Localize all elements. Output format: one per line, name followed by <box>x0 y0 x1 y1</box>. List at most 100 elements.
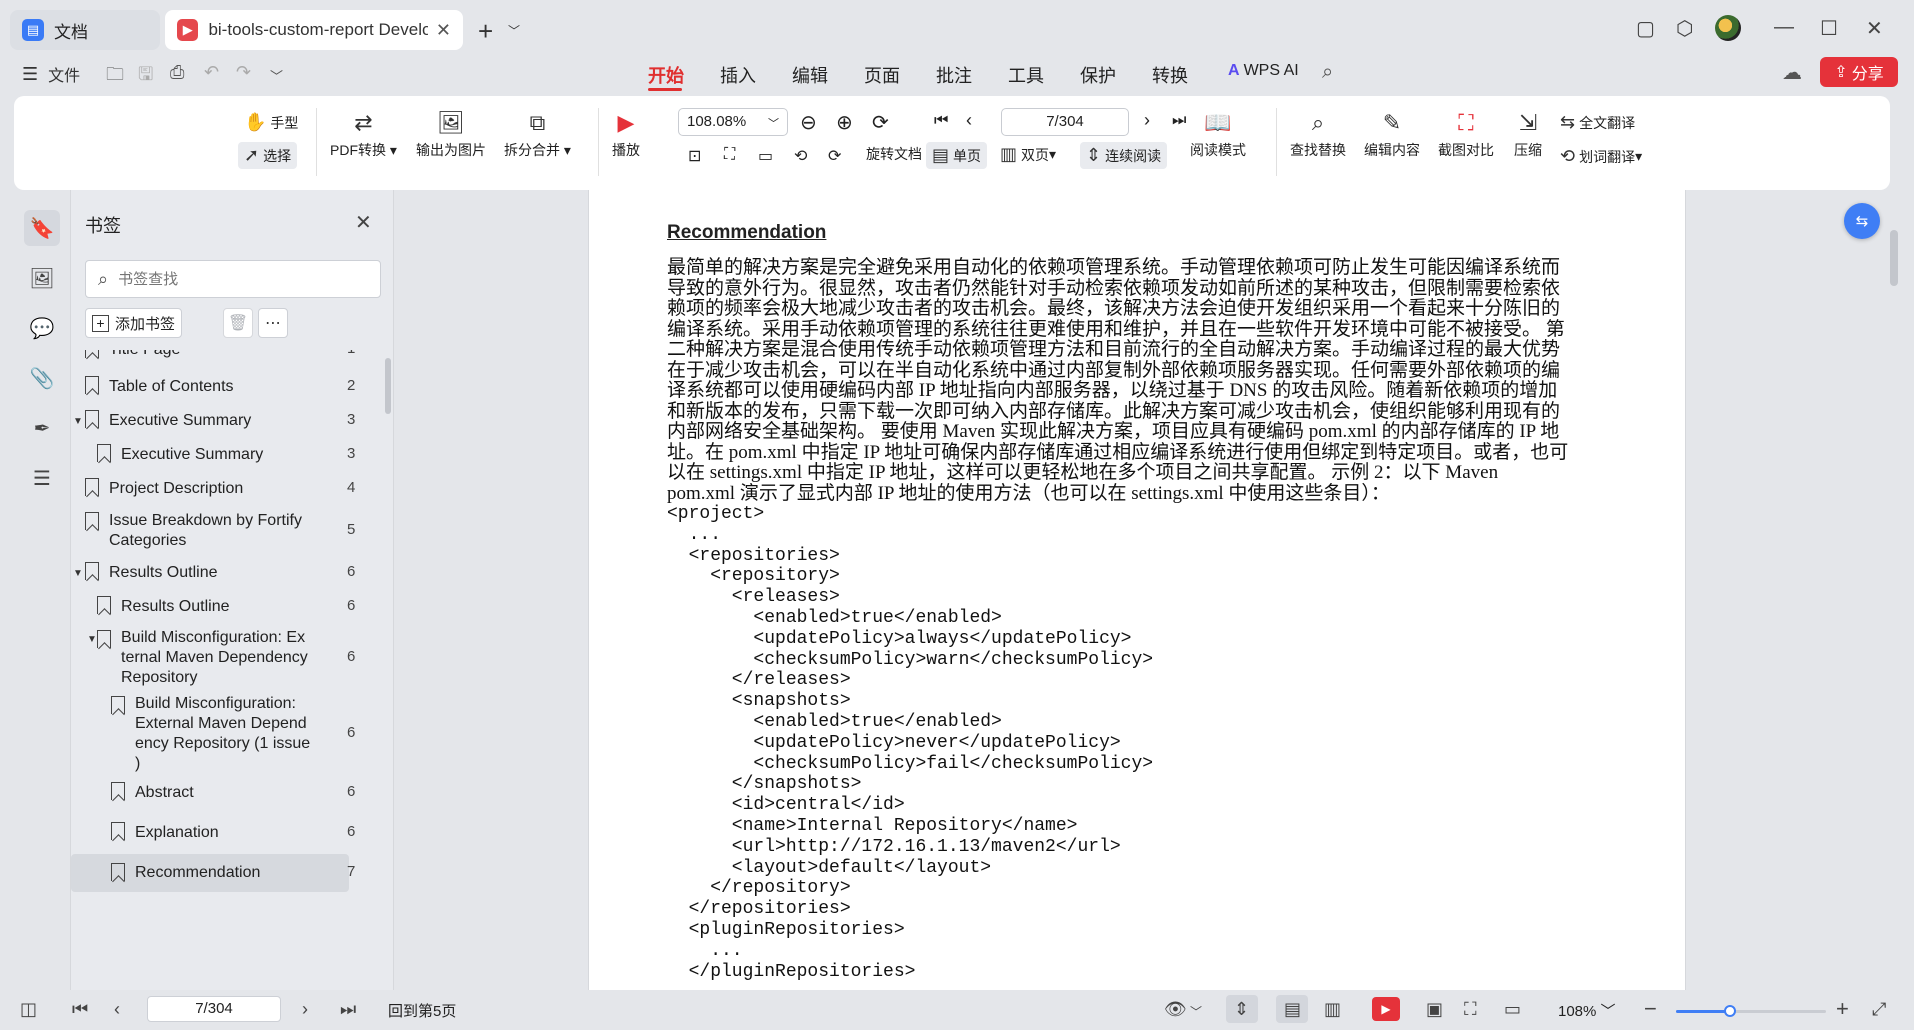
chevron-down-icon[interactable]: ﹀ <box>1190 1003 1202 1020</box>
edit-content-button[interactable]: ✎ 编辑内容 <box>1364 110 1420 160</box>
expand-arrow-icon[interactable]: ▼ <box>87 634 97 645</box>
tab-documents[interactable]: ▤ 文档 <box>10 10 160 50</box>
find-replace-button[interactable]: ⌕ 查找替换 <box>1290 110 1346 160</box>
undo-icon[interactable]: ↶ <box>204 62 219 83</box>
print-icon[interactable]: ⎙ <box>170 62 184 83</box>
bookmark-item[interactable]: ▼ Results Outline 6 <box>71 556 371 590</box>
first-page-icon[interactable]: ⏮ <box>934 112 948 130</box>
redo-icon[interactable]: ↷ <box>236 62 251 83</box>
continuous-read-icon[interactable]: ⇕ <box>1234 999 1249 1020</box>
translate-float-icon[interactable]: ⇆ <box>1844 203 1880 239</box>
continuous-read-button[interactable]: ⇕ 连续阅读 <box>1080 142 1168 169</box>
actual-size-icon[interactable]: ⊡ <box>688 146 701 166</box>
menu-page[interactable]: 页面 <box>864 62 900 88</box>
close-panel-icon[interactable]: ✕ <box>355 210 372 235</box>
rotate-left-icon[interactable]: ⟲ <box>794 146 807 166</box>
first-page-icon[interactable]: ⏮ <box>72 999 88 1020</box>
read-mode-button[interactable]: 📖 阅读模式 <box>1190 110 1246 160</box>
tablet-mode-icon[interactable]: ▢ <box>1636 16 1655 41</box>
read-mode-icon[interactable]: ▣ <box>1426 999 1443 1020</box>
bookmark-item[interactable]: Table of Contents 2 <box>71 370 371 404</box>
bookmark-item-selected[interactable]: Recommendation 7 <box>71 854 355 892</box>
tab-active-document[interactable]: ▶ bi-tools-custom-report Develop ✕ <box>165 10 463 50</box>
hand-tool-button[interactable]: ✋ 手型 <box>244 112 298 133</box>
word-translate-button[interactable]: ⟲ 划词翻译 ▾ <box>1560 146 1642 167</box>
maximize-icon[interactable]: ☐ <box>1820 16 1838 41</box>
open-folder-icon[interactable]: 🗀 <box>106 62 124 92</box>
zoom-out-icon[interactable]: − <box>1644 996 1657 1022</box>
fit-page-icon[interactable]: ⛶ <box>724 146 735 164</box>
bookmark-item[interactable]: Project Description 4 <box>71 472 371 506</box>
bookmark-search[interactable]: ⌕ <box>85 260 381 298</box>
attachment-icon[interactable]: 📎 <box>24 360 60 396</box>
page-number-input[interactable]: 7/304 <box>1001 108 1129 136</box>
menu-comment[interactable]: 批注 <box>936 62 972 88</box>
last-page-icon[interactable]: ⏭ <box>1172 112 1186 130</box>
single-page-icon[interactable]: ▤ <box>1284 999 1301 1020</box>
split-merge-button[interactable]: ⧉ 拆分合并 ▾ <box>504 110 571 160</box>
bookmark-item[interactable]: ▼ Executive Summary 3 <box>71 404 371 438</box>
zoom-select[interactable]: 108.08% ﹀ <box>678 108 788 136</box>
compress-button[interactable]: ⇲ 压缩 <box>1514 110 1542 160</box>
status-page-input[interactable]: 7/304 <box>147 996 281 1022</box>
prev-page-icon[interactable]: ‹ <box>966 110 972 131</box>
menu-edit[interactable]: 编辑 <box>792 62 828 88</box>
new-tab-icon[interactable]: + <box>478 16 493 47</box>
next-page-icon[interactable]: › <box>1144 110 1150 131</box>
avatar[interactable] <box>1715 15 1741 41</box>
share-button[interactable]: ⇪ 分享 <box>1820 57 1898 87</box>
full-translate-button[interactable]: ⇆ 全文翻译 <box>1560 112 1635 133</box>
search-icon[interactable]: ⌕ <box>1322 61 1333 84</box>
rotate-document-button[interactable]: 旋转文档 <box>866 144 922 164</box>
zoom-slider-handle[interactable] <box>1724 1005 1736 1017</box>
expand-arrow-icon[interactable]: ▼ <box>73 568 83 579</box>
prev-page-icon[interactable]: ‹ <box>114 999 120 1020</box>
menu-start[interactable]: 开始 <box>648 62 684 88</box>
zoom-slider[interactable] <box>1676 1005 1826 1017</box>
delete-bookmark-icon[interactable]: 🗑 <box>223 308 253 338</box>
menu-insert[interactable]: 插入 <box>720 62 756 88</box>
document-scrollbar[interactable] <box>1890 230 1898 286</box>
fit-width-icon[interactable]: ▭ <box>1504 999 1521 1020</box>
more-options-icon[interactable]: ⋯ <box>258 308 288 338</box>
zoom-in-icon[interactable]: ⊕ <box>836 110 853 135</box>
screenshot-compare-button[interactable]: ⛶ 截图对比 <box>1438 110 1494 160</box>
chevron-down-icon[interactable]: ﹀ <box>508 22 520 39</box>
save-icon[interactable]: 🖫 <box>138 62 153 92</box>
thumbnail-icon[interactable]: 🖼 <box>24 260 60 296</box>
next-page-icon[interactable]: › <box>302 999 308 1020</box>
rotate-right-icon[interactable]: ⟳ <box>828 146 841 166</box>
cube-icon[interactable]: ⬡ <box>1676 16 1693 41</box>
back-to-page-link[interactable]: 回到第5页 <box>388 1000 456 1021</box>
export-image-button[interactable]: 🖼 输出为图片 <box>416 110 486 160</box>
expand-arrow-icon[interactable]: ▼ <box>73 416 83 427</box>
wps-ai-button[interactable]: A WPS AI <box>1228 62 1299 80</box>
bookmark-item[interactable]: Build Misconfiguration: External Maven D… <box>71 690 371 776</box>
bookmark-item[interactable]: Title Page 1 <box>71 350 371 370</box>
toggle-sidebar-icon[interactable]: ◫ <box>20 999 37 1020</box>
bookmark-item[interactable]: Abstract 6 <box>71 776 371 810</box>
bookmark-item[interactable]: Issue Breakdown by Fortify Categories 5 <box>71 506 371 556</box>
cloud-sync-icon[interactable]: ☁ <box>1782 60 1802 85</box>
menu-tools[interactable]: 工具 <box>1008 62 1044 88</box>
bookmark-item[interactable]: Results Outline 6 <box>71 590 371 624</box>
play-button[interactable]: ▶ 播放 <box>612 110 640 160</box>
fit-width-icon[interactable]: ▭ <box>758 146 773 166</box>
fit-page-icon[interactable]: ⛶ <box>1464 999 1477 1020</box>
menu-protect[interactable]: 保护 <box>1080 62 1116 88</box>
status-zoom-select[interactable]: 108% ﹀ <box>1558 1000 1616 1021</box>
last-page-icon[interactable]: ⏭ <box>340 999 356 1020</box>
layers-icon[interactable]: ☰ <box>24 460 60 496</box>
double-page-icon[interactable]: ▥ <box>1324 999 1341 1020</box>
pdf-convert-button[interactable]: ⇄ PDF转换 ▾ <box>330 110 397 160</box>
document-viewport[interactable]: Recommendation 最简单的解决方案是完全避免采用自动化的依赖项管理系… <box>394 190 1890 990</box>
chevron-down-icon[interactable]: ﹀ <box>270 66 283 85</box>
close-tab-icon[interactable]: ✕ <box>436 20 451 41</box>
play-icon[interactable]: ▶ <box>1372 997 1400 1021</box>
bookmark-item[interactable]: Executive Summary 3 <box>71 438 371 472</box>
bookmark-item[interactable]: Explanation 6 <box>71 816 371 850</box>
rotate-icon[interactable]: ⟳ <box>872 110 889 135</box>
zoom-in-icon[interactable]: + <box>1836 996 1849 1022</box>
comment-icon[interactable]: 💬 <box>24 310 60 346</box>
menu-convert[interactable]: 转换 <box>1152 62 1188 88</box>
